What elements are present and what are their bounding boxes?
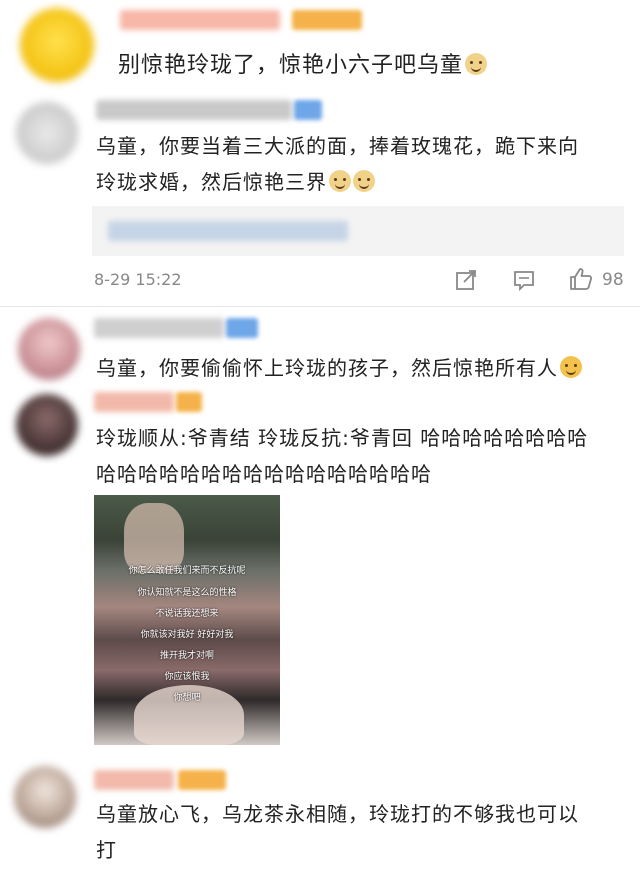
avatar[interactable] (20, 8, 94, 82)
reply-comment: 乌童，你要偷偷怀上玲珑的孩子，然后惊艳所有人 (0, 310, 640, 390)
member-badge (226, 318, 258, 338)
like-button[interactable] (566, 264, 596, 294)
avatar[interactable] (16, 102, 78, 164)
avatar[interactable] (16, 394, 78, 456)
reply-comment: 乌童，你要当着三大派的面，捧着玫瑰花，跪下来向 玲珑求婚，然后惊艳三界 8-29… (0, 92, 640, 307)
comment-text: 别惊艳玲珑了，惊艳小六子吧乌童 (118, 48, 488, 84)
comment-icon (514, 271, 534, 291)
image-caption: 你怎么敢任我们来而不反抗呢 (128, 566, 246, 576)
top-comment: 别惊艳玲珑了，惊艳小六子吧乌童 (0, 0, 640, 92)
comment-line: 乌童放心飞，乌龙茶永相随，玲珑打的不够我也可以 (96, 802, 579, 826)
divider (0, 306, 640, 307)
image-caption: 推开我才对啊 (159, 651, 214, 661)
username[interactable] (96, 100, 292, 120)
quoted-text-blurred (108, 221, 348, 241)
doge-icon (353, 170, 375, 192)
comment-body: 乌童，你要偷偷怀上玲珑的孩子，然后惊艳所有人 (96, 356, 558, 380)
comment-line: 乌童，你要当着三大派的面，捧着玫瑰花，跪下来向 (96, 134, 579, 158)
comment-text: 乌童放心飞，乌龙茶永相随，玲珑打的不够我也可以 打 (96, 796, 579, 868)
timestamp: 8-29 15:22 (94, 270, 182, 289)
comment-text: 玲珑顺从:爷青结 玲珑反抗:爷青回 哈哈哈哈哈哈哈哈 哈哈哈哈哈哈哈哈哈哈哈哈哈… (96, 420, 588, 492)
image-caption: 不说话我还想来 (155, 609, 219, 619)
thumbs-up-icon (570, 268, 593, 290)
quoted-comment[interactable] (92, 206, 624, 256)
like-count: 98 (602, 270, 624, 290)
avatar[interactable] (18, 318, 80, 380)
member-badge (292, 10, 362, 30)
member-badge (176, 392, 202, 412)
comment-text: 乌童，你要当着三大派的面，捧着玫瑰花，跪下来向 玲珑求婚，然后惊艳三界 (96, 128, 579, 200)
reply-comment: 乌童放心飞，乌龙茶永相随，玲珑打的不够我也可以 打 (0, 760, 640, 869)
comment-line: 玲珑求婚，然后惊艳三界 (96, 164, 579, 200)
avatar[interactable] (14, 766, 76, 828)
username[interactable] (94, 318, 224, 338)
image-caption: 你认知就不是这么的性格 (137, 588, 237, 598)
image-caption: 你想吧 (173, 693, 201, 703)
comment-body: 别惊艳玲珑了，惊艳小六子吧乌童 (118, 53, 464, 78)
comment-line: 玲珑顺从:爷青结 玲珑反抗:爷青回 哈哈哈哈哈哈哈哈 (96, 426, 589, 450)
image-caption: 你就该对我好 好好对我 (140, 630, 234, 640)
comment-button[interactable] (510, 266, 538, 294)
smile-icon (560, 356, 582, 378)
comment-line: 打 (96, 838, 117, 862)
repost-button[interactable] (452, 266, 480, 294)
comment-text: 乌童，你要偷偷怀上玲珑的孩子，然后惊艳所有人 (96, 350, 582, 386)
username[interactable] (94, 770, 174, 790)
username[interactable] (94, 392, 174, 412)
image-caption: 你应该恨我 (164, 672, 210, 682)
member-badge (178, 770, 226, 790)
username[interactable] (120, 10, 280, 30)
share-icon (456, 270, 476, 290)
doge-icon (465, 53, 488, 75)
doge-icon (329, 170, 351, 192)
comment-line: 哈哈哈哈哈哈哈哈哈哈哈哈哈哈哈哈 (96, 462, 432, 486)
member-badge (294, 100, 322, 120)
comment-image[interactable]: 你怎么敢任我们来而不反抗呢 你认知就不是这么的性格 不说话我还想来 你就该对我好… (94, 495, 280, 745)
